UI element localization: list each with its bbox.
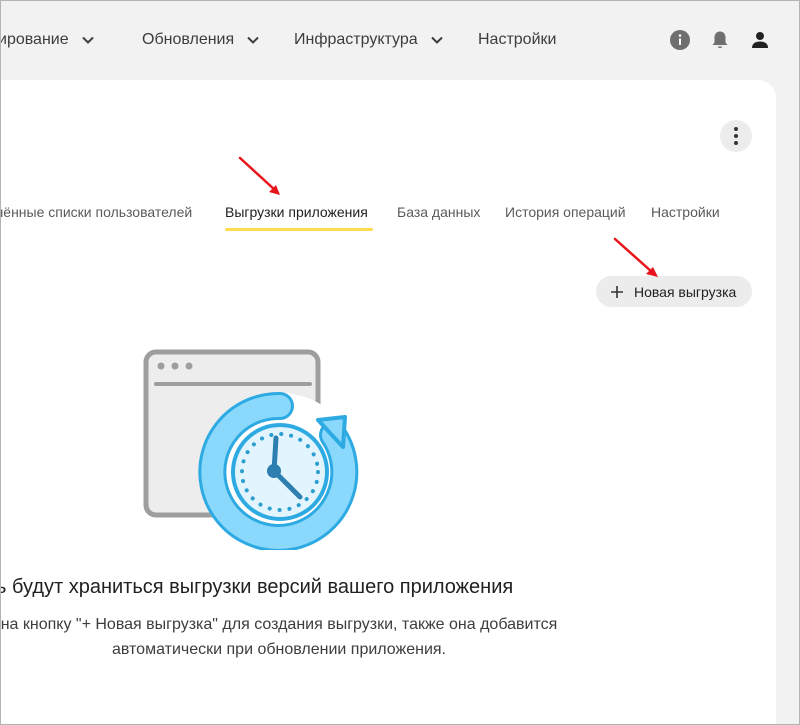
tab-operation-history[interactable]: История операций bbox=[505, 204, 626, 224]
top-navigation: ирование Обновления Инфраструктура Настр… bbox=[0, 0, 800, 80]
empty-state-description-line: автоматически при обновлении приложения. bbox=[111, 641, 446, 658]
nav-item-label: Настройки bbox=[478, 31, 557, 48]
more-dot bbox=[734, 134, 738, 138]
tab-app-exports[interactable]: Выгрузки приложения bbox=[225, 204, 368, 224]
info-icon[interactable] bbox=[669, 29, 691, 51]
nav-item-monitoring[interactable]: ирование bbox=[0, 29, 95, 51]
chevron-down-icon bbox=[430, 36, 443, 44]
more-dot bbox=[734, 141, 738, 145]
nav-item-settings[interactable]: Настройки bbox=[478, 29, 556, 51]
new-export-button[interactable]: Новая выгрузка bbox=[596, 276, 752, 307]
nav-item-infrastructure[interactable]: Инфраструктура bbox=[294, 29, 444, 51]
chevron-down-icon bbox=[81, 36, 94, 44]
exports-empty-illustration bbox=[143, 349, 359, 550]
plus-icon bbox=[611, 285, 623, 298]
nav-item-updates[interactable]: Обновления bbox=[142, 29, 260, 51]
user-icon[interactable] bbox=[749, 29, 771, 51]
active-tab-indicator bbox=[225, 228, 373, 231]
tab-database[interactable]: База данных bbox=[397, 204, 480, 224]
nav-item-label: Обновления bbox=[142, 31, 235, 48]
nav-item-label: ирование bbox=[0, 31, 69, 48]
more-dot bbox=[734, 127, 738, 131]
empty-state-title: сь будут храниться выгрузки версий вашег… bbox=[0, 576, 514, 598]
tab-settings[interactable]: Настройки bbox=[651, 204, 720, 224]
nav-item-label: Инфраструктура bbox=[294, 31, 418, 48]
chevron-down-icon bbox=[247, 36, 259, 44]
new-export-label: Новая выгрузка bbox=[634, 283, 737, 300]
more-options-button[interactable] bbox=[720, 120, 752, 152]
tab-blocked-user-lists[interactable]: чённые списки пользователей bbox=[0, 204, 192, 224]
empty-state-description: на кнопку "+ Новая выгрузка" для создани… bbox=[0, 612, 574, 662]
empty-state-description-line: на кнопку "+ Новая выгрузка" для создани… bbox=[0, 616, 558, 633]
bell-icon[interactable] bbox=[709, 29, 731, 51]
